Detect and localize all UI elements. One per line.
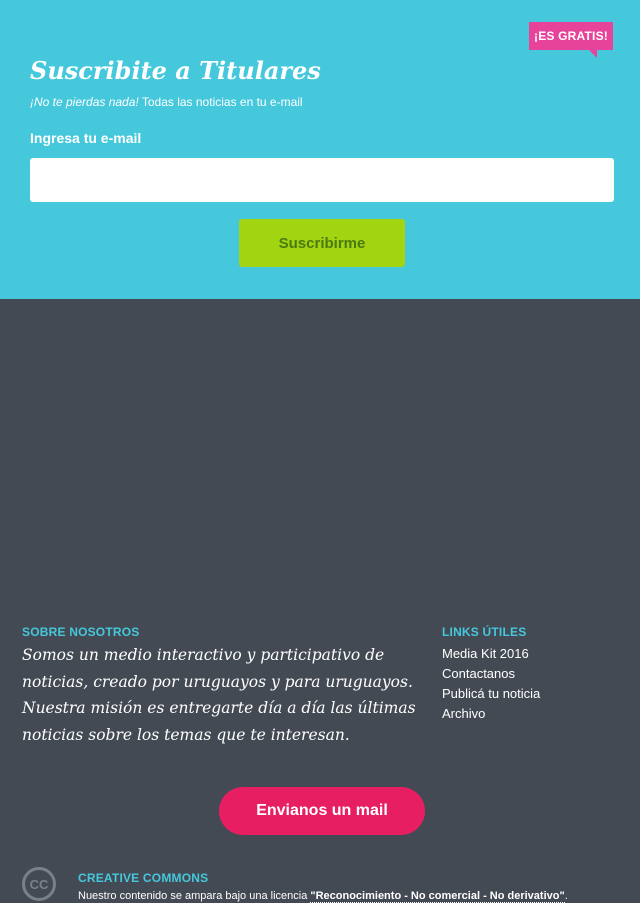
- cc-heading: CREATIVE COMMONS: [78, 871, 209, 885]
- subscribe-button[interactable]: Suscribirme: [239, 219, 405, 267]
- tagline-emphasis: ¡No te pierdas nada!: [30, 95, 139, 109]
- free-badge: ¡ES GRATIS!: [529, 22, 613, 58]
- footer: SOBRE NOSOTROS Somos un medio interactiv…: [0, 299, 640, 903]
- cc-text: Nuestro contenido se ampara bajo una lic…: [78, 890, 311, 902]
- cc-text-end: .: [564, 890, 568, 902]
- send-mail-button[interactable]: Envianos un mail: [219, 787, 425, 835]
- subscribe-tagline: ¡No te pierdas nada! Todas las noticias …: [30, 95, 303, 109]
- link-contact[interactable]: Contactanos: [442, 664, 540, 684]
- email-field[interactable]: [30, 158, 614, 202]
- link-publish-news[interactable]: Publicá tu noticia: [442, 684, 540, 704]
- cc-license-link[interactable]: "Reconocimiento - No comercial - No deri…: [310, 890, 565, 903]
- tagline-text: Todas las noticias en tu e-mail: [138, 95, 303, 109]
- subscribe-title: Suscribite a Titulares: [30, 56, 321, 85]
- email-label: Ingresa tu e-mail: [30, 130, 142, 146]
- about-heading: SOBRE NOSOTROS: [22, 625, 140, 639]
- link-media-kit[interactable]: Media Kit 2016: [442, 644, 540, 664]
- useful-links-list: Media Kit 2016 Contactanos Publicá tu no…: [442, 644, 540, 724]
- link-archive[interactable]: Archivo: [442, 704, 540, 724]
- about-text: Somos un medio interactivo y participati…: [22, 646, 416, 744]
- creative-commons-icon: CC: [22, 867, 56, 901]
- cc-license-text: Nuestro contenido se ampara bajo una lic…: [78, 890, 568, 903]
- links-heading: LINKS ÚTILES: [442, 625, 527, 639]
- subscribe-section: ¡ES GRATIS! Suscribite a Titulares ¡No t…: [0, 0, 640, 299]
